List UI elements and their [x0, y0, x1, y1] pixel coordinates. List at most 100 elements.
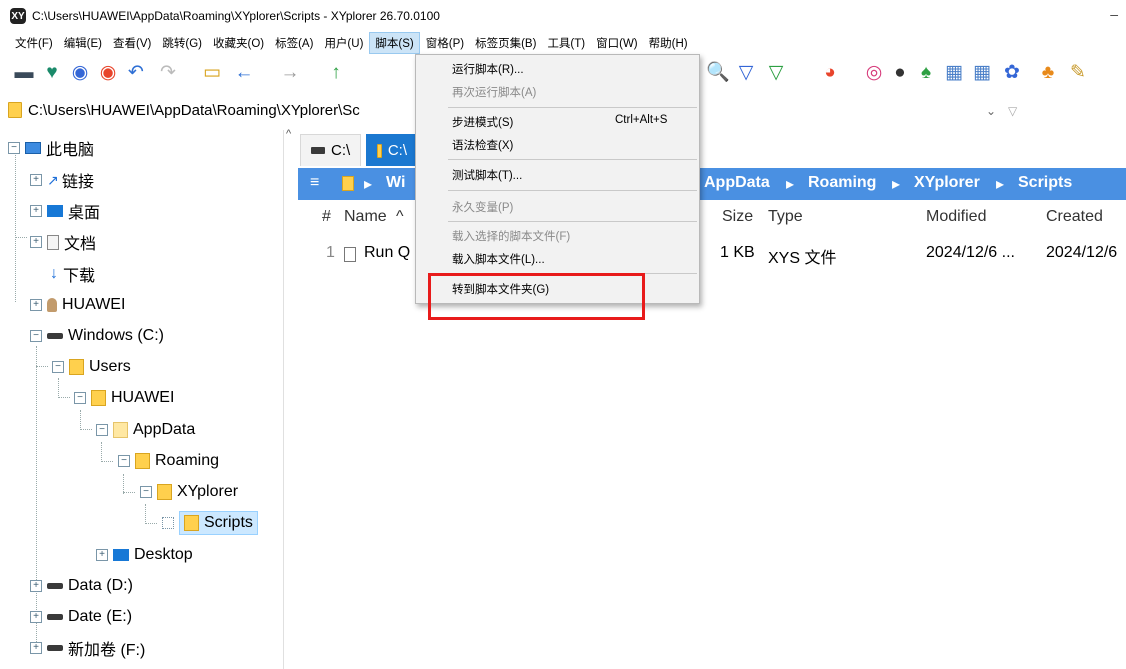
computer-icon[interactable]: ▬	[12, 60, 36, 84]
collapse-icon[interactable]: −	[140, 486, 152, 498]
forward-arrow-icon[interactable]: →	[278, 60, 302, 84]
tree-item-documents[interactable]: + 文档	[30, 229, 96, 255]
tree-item-data-d[interactable]: + Data (D:)	[30, 573, 133, 599]
menu-item-step-mode[interactable]: 步进模式(S)	[452, 114, 513, 130]
breadcrumb-scripts[interactable]: Scripts	[1018, 174, 1072, 192]
tree-item-huawei[interactable]: − HUAWEI	[74, 385, 174, 411]
list-icon[interactable]: ▦	[970, 60, 994, 84]
expand-icon[interactable]: +	[30, 236, 42, 248]
filter-icon[interactable]: ▽	[734, 60, 758, 84]
menu-item-load-script-file[interactable]: 载入脚本文件(L)...	[452, 251, 545, 267]
new-folder-icon[interactable]: ▭	[200, 60, 224, 84]
color-filter-icon[interactable]: ◕	[818, 60, 842, 84]
breadcrumb-windows[interactable]: Wi	[386, 174, 405, 192]
panes-icon[interactable]: ▦	[942, 60, 966, 84]
settings-icon[interactable]: ✿	[1000, 60, 1024, 84]
tree-item-users[interactable]: − Users	[52, 354, 131, 380]
address-filter-icon[interactable]: ▽	[1008, 104, 1017, 118]
tree-item-new-volume-f[interactable]: + 新加卷 (F:)	[30, 635, 145, 661]
collapse-icon[interactable]: −	[52, 361, 64, 373]
up-arrow-icon[interactable]: ↑	[324, 60, 348, 84]
record-icon[interactable]: ◉	[96, 60, 120, 84]
menu-item-test-script[interactable]: 测试脚本(T)...	[452, 167, 522, 183]
expand-icon[interactable]: +	[30, 642, 42, 654]
expand-icon[interactable]: +	[96, 549, 108, 561]
menu-panes[interactable]: 窗格(P)	[421, 33, 469, 53]
tree-item-xyplorer[interactable]: − XYplorer	[140, 479, 238, 505]
breadcrumb-appdata[interactable]: AppData	[704, 174, 770, 192]
spiral-icon[interactable]: ◎	[862, 60, 886, 84]
filter-dropdown-icon[interactable]: ▽	[764, 60, 788, 84]
breadcrumb-roaming[interactable]: Roaming	[808, 174, 876, 192]
menu-script[interactable]: 脚本(S)	[369, 32, 420, 54]
column-num[interactable]: #	[322, 208, 331, 226]
menu-item-run-script[interactable]: 运行脚本(R)...	[452, 61, 524, 77]
breadcrumb-menu-icon[interactable]: ≡	[310, 174, 319, 192]
menu-item-rerun-script[interactable]: 再次运行脚本(A)	[452, 84, 536, 100]
menu-item-syntax-check[interactable]: 语法检查(X)	[452, 137, 513, 153]
tab-c-drive[interactable]: C:\	[300, 134, 362, 166]
brush-icon[interactable]: ✎	[1066, 60, 1090, 84]
tab-scripts[interactable]: C:\	[366, 134, 418, 166]
location-icon[interactable]: ♥	[40, 60, 64, 84]
collapse-icon[interactable]: −	[8, 142, 20, 154]
tree-item-date-e[interactable]: + Date (E:)	[30, 604, 132, 630]
menu-go[interactable]: 跳转(G)	[157, 33, 207, 53]
menu-tabsets[interactable]: 标签页集(B)	[470, 33, 541, 53]
expand-icon[interactable]: +	[30, 205, 42, 217]
tree-item-label: AppData	[133, 421, 196, 438]
tree-item-desktop-cn[interactable]: + 桌面	[30, 198, 100, 224]
tree-item-downloads[interactable]: ↓ 下载	[50, 261, 95, 287]
tree-item-roaming[interactable]: − Roaming	[118, 448, 219, 474]
expand-icon[interactable]: +	[30, 174, 42, 186]
undo-icon[interactable]: ↶	[124, 60, 148, 84]
expand-icon[interactable]: +	[30, 611, 42, 623]
dark-mode-icon[interactable]: ●	[888, 60, 912, 84]
file-name[interactable]: Run Q	[364, 244, 410, 262]
menu-item-load-selected[interactable]: 载入选择的脚本文件(F)	[452, 228, 570, 244]
collapse-icon[interactable]: −	[96, 424, 108, 436]
expand-icon[interactable]: +	[30, 299, 42, 311]
tree-icon[interactable]: ♠	[914, 60, 938, 84]
sort-ascending-icon[interactable]: ^	[396, 208, 404, 226]
tree-item-this-pc[interactable]: − 此电脑	[8, 135, 94, 161]
column-size[interactable]: Size	[722, 208, 753, 226]
column-modified[interactable]: Modified	[926, 208, 986, 226]
scroll-up-icon[interactable]: ^	[286, 128, 291, 140]
tree-item-windows-c[interactable]: − Windows (C:)	[30, 323, 164, 349]
menu-item-permanent-vars[interactable]: 永久变量(P)	[452, 199, 513, 215]
collapse-icon[interactable]: −	[118, 455, 130, 467]
address-dropdown-icon[interactable]: ⌄	[986, 104, 996, 118]
collapse-icon[interactable]: −	[74, 392, 86, 404]
tree-item-scripts[interactable]: Scripts	[162, 510, 258, 536]
collapse-icon[interactable]: −	[30, 330, 42, 342]
window-title: C:\Users\HUAWEI\AppData\Roaming\XYplorer…	[32, 9, 440, 23]
menu-edit[interactable]: 编辑(E)	[59, 33, 107, 53]
tree-item-appdata[interactable]: − AppData	[96, 417, 195, 443]
back-arrow-icon[interactable]: ←	[232, 60, 256, 84]
menu-tools[interactable]: 工具(T)	[542, 33, 590, 53]
tree-item-desktop[interactable]: + Desktop	[96, 542, 193, 568]
find-files-icon[interactable]: 🔍	[706, 60, 730, 84]
search-icon[interactable]: ◉	[68, 60, 92, 84]
column-name[interactable]: Name	[344, 208, 387, 226]
menu-file[interactable]: 文件(F)	[10, 33, 58, 53]
tree-item-label: 下载	[63, 268, 96, 285]
shapes-icon[interactable]: ♣	[1036, 60, 1060, 84]
column-created[interactable]: Created	[1046, 208, 1103, 226]
menu-view[interactable]: 查看(V)	[108, 33, 156, 53]
selected-node[interactable]: Scripts	[179, 511, 258, 535]
redo-icon[interactable]: ↷	[156, 60, 180, 84]
menu-help[interactable]: 帮助(H)	[644, 33, 693, 53]
column-type[interactable]: Type	[768, 208, 803, 226]
breadcrumb-xyplorer[interactable]: XYplorer	[914, 174, 980, 192]
address-path[interactable]: C:\Users\HUAWEI\AppData\Roaming\XYplorer…	[28, 102, 360, 119]
tree-item-links[interactable]: + ↗ 链接	[30, 167, 94, 193]
menu-window[interactable]: 窗口(W)	[591, 33, 643, 53]
tree-item-huawei-user[interactable]: + HUAWEI	[30, 292, 125, 318]
menu-tags[interactable]: 标签(A)	[270, 33, 318, 53]
minimize-button[interactable]: –	[1110, 6, 1118, 22]
menu-user[interactable]: 用户(U)	[319, 33, 368, 53]
menu-favorites[interactable]: 收藏夹(O)	[208, 33, 269, 53]
expand-icon[interactable]: +	[30, 580, 42, 592]
